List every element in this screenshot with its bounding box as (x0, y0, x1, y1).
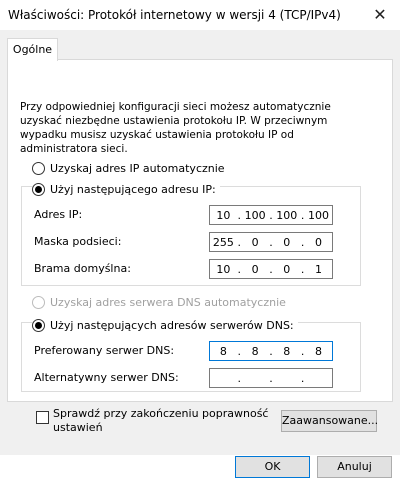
validate-settings-label[interactable]: Sprawdź przy zakończeniu poprawność usta… (53, 407, 268, 435)
subnet-label: Maska podsieci: (34, 235, 122, 248)
description-text: Przy odpowiedniej konfiguracji sieci moż… (20, 101, 331, 155)
ip-address-label: Adres IP: (34, 208, 83, 221)
alternate-dns-field[interactable]: . . . (209, 368, 333, 388)
gateway-field[interactable]: 10. 0. 0. 1 (209, 259, 333, 279)
ok-button[interactable]: OK (235, 456, 310, 478)
ip-auto-option[interactable]: Uzyskaj adres IP automatycznie (32, 162, 225, 175)
preferred-dns-field[interactable]: 8. 8. 8. 8 (209, 341, 333, 361)
dialog-content: Ogólne Przy odpowiedniej konfiguracji si… (0, 30, 400, 478)
properties-dialog: Właściwości: Protokół internetowy w wers… (0, 0, 400, 478)
title-bar[interactable]: Właściwości: Protokół internetowy w wers… (0, 0, 400, 30)
ip-manual-label: Użyj następującego adresu IP: (50, 183, 216, 196)
window-title: Właściwości: Protokół internetowy w wers… (8, 8, 341, 22)
close-icon[interactable]: ✕ (360, 0, 400, 30)
alternate-dns-label: Alternatywny serwer DNS: (34, 371, 179, 384)
validate-settings-checkbox[interactable] (36, 411, 49, 424)
ip-auto-label: Uzyskaj adres IP automatycznie (50, 162, 225, 175)
dns-auto-radio (32, 296, 45, 309)
ip-manual-option[interactable]: Użyj następującego adresu IP: (32, 183, 220, 196)
tab-general[interactable]: Ogólne (7, 38, 58, 61)
cancel-button[interactable]: Anuluj (317, 456, 392, 478)
ip-address-field[interactable]: 10. 100. 100. 100 (209, 205, 333, 225)
dns-manual-label: Użyj następujących adresów serwerów DNS: (50, 319, 294, 332)
advanced-button[interactable]: Zaawansowane... (281, 410, 378, 432)
dns-auto-label: Uzyskaj adres serwera DNS automatycznie (50, 296, 286, 309)
subnet-field[interactable]: 255. 0. 0. 0 (209, 232, 333, 252)
dns-manual-radio[interactable] (32, 319, 45, 332)
ip-manual-radio[interactable] (32, 183, 45, 196)
dns-manual-option[interactable]: Użyj następujących adresów serwerów DNS: (32, 319, 298, 332)
gateway-label: Brama domyślna: (34, 262, 131, 275)
preferred-dns-label: Preferowany serwer DNS: (34, 344, 175, 357)
dns-auto-option: Uzyskaj adres serwera DNS automatycznie (32, 296, 286, 309)
general-panel: Przy odpowiedniej konfiguracji sieci moż… (7, 59, 393, 402)
ip-auto-radio[interactable] (32, 162, 45, 175)
